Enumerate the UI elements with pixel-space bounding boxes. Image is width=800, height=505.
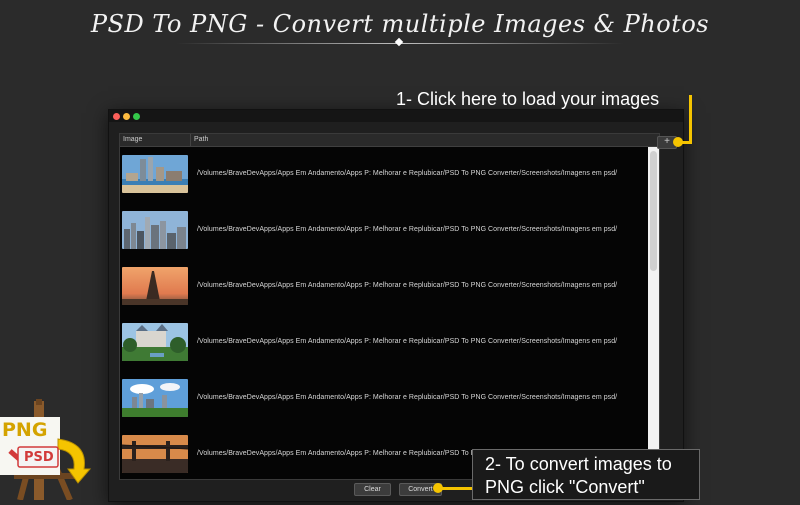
image-path: /Volumes/BraveDevApps/Apps Em Andamento/… bbox=[197, 282, 618, 289]
image-thumbnail bbox=[122, 267, 188, 305]
callout-pointer-dot bbox=[673, 137, 683, 147]
image-thumbnail bbox=[122, 211, 188, 249]
table-rows: /Volumes/BraveDevApps/Apps Em Andamento/… bbox=[120, 147, 648, 479]
logo-png-text: PNG bbox=[2, 419, 48, 441]
maximize-window-button[interactable] bbox=[133, 113, 140, 120]
image-path: /Volumes/BraveDevApps/Apps Em Andamento/… bbox=[197, 226, 618, 233]
logo-psd-text: PSD bbox=[24, 450, 54, 465]
callout-convert: 2- To convert images to PNG click "Conve… bbox=[472, 449, 700, 500]
table-row[interactable]: /Volumes/BraveDevApps/Apps Em Andamento/… bbox=[120, 371, 648, 428]
image-path: /Volumes/BraveDevApps/Apps Em Andamento/… bbox=[197, 394, 618, 401]
table-row[interactable]: /Volumes/BraveDevApps/Apps Em Andamento/… bbox=[120, 203, 648, 260]
callout-convert-line2: PNG click "Convert" bbox=[485, 477, 645, 497]
title-bar bbox=[109, 110, 683, 122]
column-header-path[interactable]: Path bbox=[190, 134, 208, 146]
column-header-image[interactable]: Image bbox=[123, 136, 142, 144]
table-row[interactable]: /Volumes/BraveDevApps/Apps Em Andamento/… bbox=[120, 147, 648, 204]
image-path: /Volumes/BraveDevApps/Apps Em Andamento/… bbox=[197, 338, 618, 345]
image-thumbnail bbox=[122, 323, 188, 361]
clear-button[interactable]: Clear bbox=[354, 483, 391, 496]
image-table[interactable]: Image Path /Volumes/BraveDevApps/Apps Em… bbox=[119, 133, 660, 480]
image-thumbnail bbox=[122, 435, 188, 473]
callout-load-images: 1- Click here to load your images bbox=[396, 89, 660, 109]
table-row[interactable]: /Volumes/BraveDevApps/Apps Em Andamento/… bbox=[120, 259, 648, 316]
table-row[interactable]: /Volumes/BraveDevApps/Apps Em Andamento/… bbox=[120, 315, 648, 372]
callout-convert-line1: 2- To convert images to bbox=[485, 454, 672, 474]
image-thumbnail bbox=[122, 379, 188, 417]
image-path: /Volumes/BraveDevApps/Apps Em Andamento/… bbox=[197, 170, 618, 177]
scrollbar-thumb[interactable] bbox=[650, 151, 657, 271]
callout-pointer-dot bbox=[433, 483, 443, 493]
image-thumbnail bbox=[122, 155, 188, 193]
callout-pointer-line bbox=[440, 487, 473, 490]
headline: PSD To PNG - Convert multiple Images & P… bbox=[90, 10, 710, 38]
app-logo: PNG PSD bbox=[0, 399, 96, 502]
headline-diamond bbox=[394, 37, 404, 47]
app-window: Image Path /Volumes/BraveDevApps/Apps Em… bbox=[108, 109, 684, 502]
vertical-scrollbar[interactable] bbox=[648, 147, 659, 479]
minimize-window-button[interactable] bbox=[123, 113, 130, 120]
table-header: Image Path bbox=[120, 134, 659, 147]
close-window-button[interactable] bbox=[113, 113, 120, 120]
callout-pointer-line bbox=[689, 95, 692, 144]
